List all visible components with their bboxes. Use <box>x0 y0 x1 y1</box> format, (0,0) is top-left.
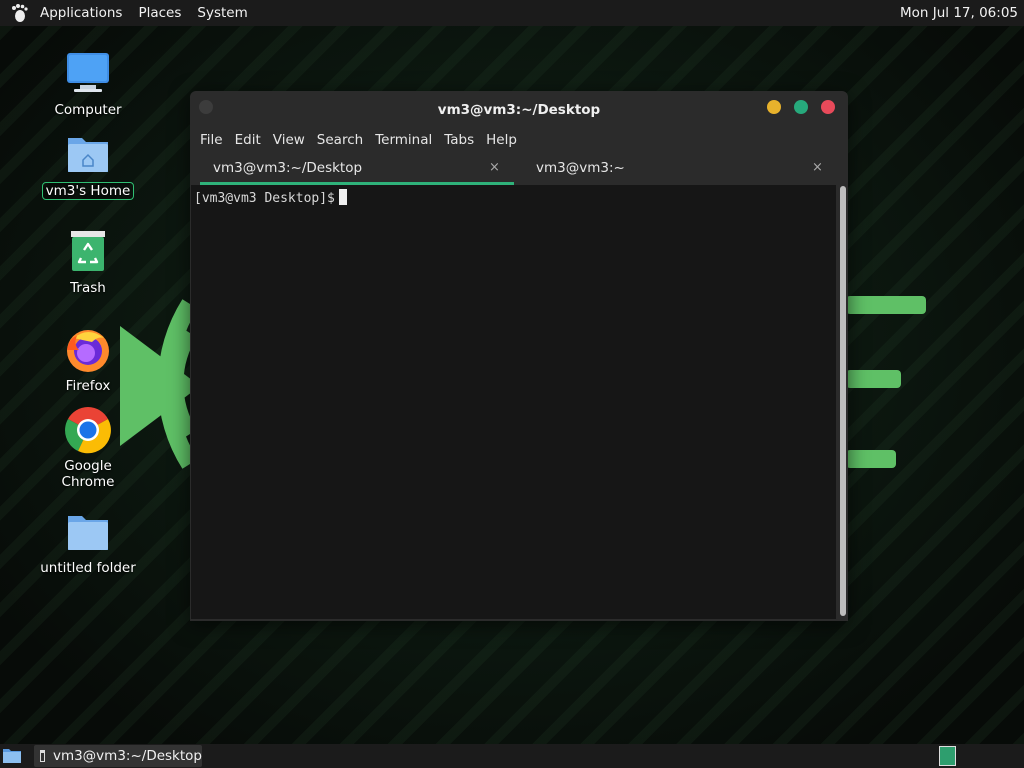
terminal-menubar: File Edit View Search Terminal Tabs Help <box>190 127 848 153</box>
menu-help[interactable]: Help <box>480 132 523 148</box>
home-folder-icon <box>64 130 112 178</box>
window-icon <box>40 750 45 762</box>
tab-desktop[interactable]: vm3@vm3:~/Desktop × <box>200 153 514 185</box>
desktop-icon-firefox[interactable]: Firefox <box>33 326 143 394</box>
desktop-icon-label: vm3's Home <box>41 182 135 200</box>
menu-places[interactable]: Places <box>132 5 187 21</box>
desktop-icon-home[interactable]: vm3's Home <box>33 130 143 200</box>
firefox-icon <box>64 326 112 374</box>
menu-file[interactable]: File <box>194 132 229 148</box>
tab-close-icon[interactable]: × <box>812 160 823 175</box>
menu-edit[interactable]: Edit <box>229 132 267 148</box>
clock[interactable]: Mon Jul 17, 06:05 <box>900 5 1018 21</box>
menu-view[interactable]: View <box>267 132 311 148</box>
workspace-switcher[interactable] <box>939 746 956 766</box>
menu-search[interactable]: Search <box>311 132 369 148</box>
tab-bar: vm3@vm3:~/Desktop × vm3@vm3:~ × <box>190 153 848 185</box>
window-titlebar[interactable]: vm3@vm3:~/Desktop <box>190 91 848 127</box>
maximize-button[interactable] <box>794 100 808 114</box>
taskbar-window-label: vm3@vm3:~/Desktop <box>52 748 202 764</box>
desktop-icon-label: Google Chrome <box>61 458 115 490</box>
menu-tabs[interactable]: Tabs <box>438 132 480 148</box>
prompt-text: [vm3@vm3 Desktop]$ <box>194 191 335 206</box>
scrollbar[interactable] <box>840 186 846 616</box>
shell-prompt: [vm3@vm3 Desktop]$ <box>194 189 347 206</box>
taskbar-window-button[interactable]: vm3@vm3:~/Desktop <box>34 745 202 767</box>
menu-applications[interactable]: Applications <box>34 5 128 21</box>
minimize-button[interactable] <box>767 100 781 114</box>
show-desktop-icon[interactable] <box>2 746 24 766</box>
close-button[interactable] <box>821 100 835 114</box>
desktop-icon-chrome[interactable]: Google Chrome <box>33 406 143 490</box>
desktop-icon-label: Trash <box>70 280 106 296</box>
tab-label: vm3@vm3:~ <box>536 160 625 176</box>
desktop-icon-label: untitled folder <box>40 560 136 576</box>
top-panel: Applications Places System Mon Jul 17, 0… <box>0 0 1024 26</box>
bottom-panel: vm3@vm3:~/Desktop <box>0 744 1024 768</box>
gnome-foot-icon[interactable] <box>8 2 30 24</box>
tab-home[interactable]: vm3@vm3:~ × <box>520 153 830 185</box>
computer-icon <box>64 50 112 98</box>
desktop-icon-untitled-folder[interactable]: untitled folder <box>33 508 143 576</box>
tab-label: vm3@vm3:~/Desktop <box>213 160 363 176</box>
trash-icon <box>64 228 112 276</box>
desktop-icon-label: Firefox <box>65 378 111 394</box>
terminal-output[interactable]: [vm3@vm3 Desktop]$ <box>191 185 836 619</box>
desktop-icon-label: Computer <box>54 102 122 118</box>
desktop-icon-computer[interactable]: Computer <box>33 50 143 118</box>
terminal-window[interactable]: vm3@vm3:~/Desktop File Edit View Search … <box>190 91 848 621</box>
chrome-icon <box>64 406 112 454</box>
desktop-icon-trash[interactable]: Trash <box>33 228 143 296</box>
text-cursor <box>338 189 347 205</box>
tab-close-icon[interactable]: × <box>489 160 500 175</box>
menu-system[interactable]: System <box>191 5 253 21</box>
menu-terminal[interactable]: Terminal <box>369 132 438 148</box>
window-title: vm3@vm3:~/Desktop <box>437 102 601 118</box>
folder-icon <box>64 508 112 556</box>
